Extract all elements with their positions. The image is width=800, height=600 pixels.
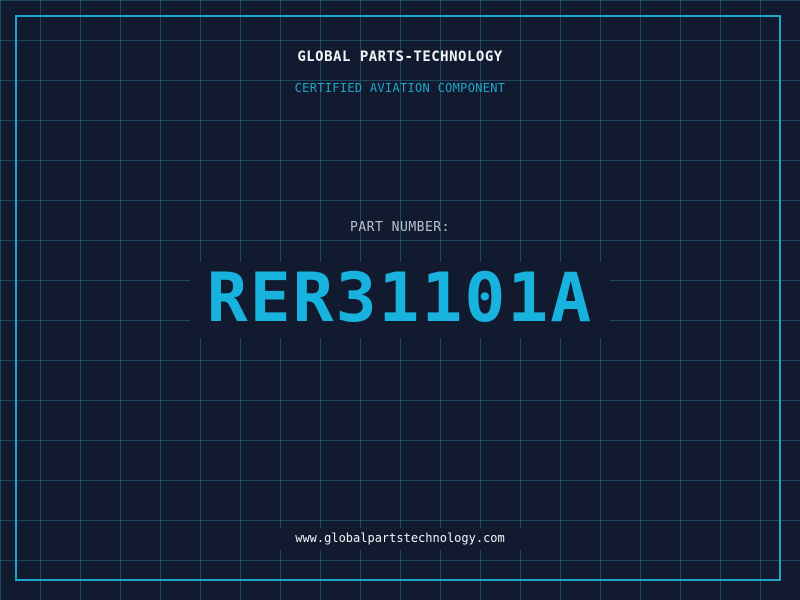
certification-tagline: CERTIFIED AVIATION COMPONENT — [294, 81, 506, 95]
part-card: GLOBAL PARTS-TECHNOLOGY CERTIFIED AVIATI… — [0, 0, 800, 600]
part-number-label: PART NUMBER: — [350, 220, 450, 235]
company-name: GLOBAL PARTS-TECHNOLOGY — [297, 49, 503, 65]
part-number-value: RER31101A — [206, 259, 594, 338]
website-url: www.globalpartstechnology.com — [295, 531, 505, 545]
